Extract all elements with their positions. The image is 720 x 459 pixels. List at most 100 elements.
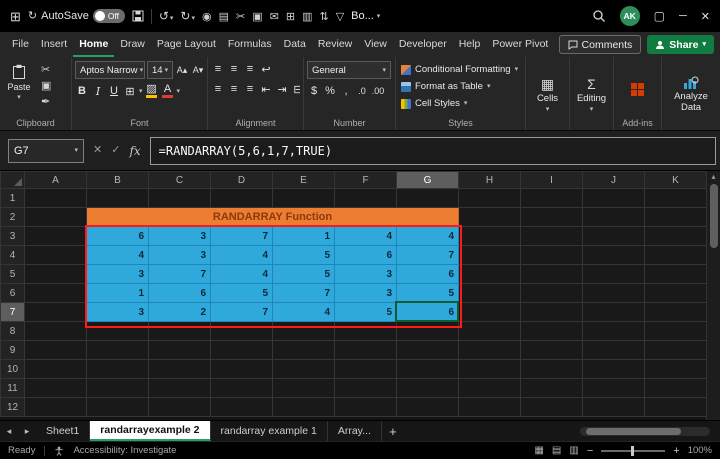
share-dropdown-icon[interactable]: ▾ <box>702 41 706 48</box>
cell-C10[interactable] <box>149 360 211 379</box>
cell-G9[interactable] <box>397 341 459 360</box>
cell-J1[interactable] <box>583 189 645 208</box>
cell-I1[interactable] <box>521 189 583 208</box>
sort-icon[interactable]: ⇅ <box>319 10 328 23</box>
cell-J3[interactable] <box>583 227 645 246</box>
cell-A5[interactable] <box>25 265 87 284</box>
cell-B11[interactable] <box>87 379 149 398</box>
cell-E6[interactable]: 7 <box>273 284 335 303</box>
cell-J11[interactable] <box>583 379 645 398</box>
cell-B12[interactable] <box>87 398 149 417</box>
cell-G10[interactable] <box>397 360 459 379</box>
cell-K7[interactable] <box>645 303 707 322</box>
cell-D8[interactable] <box>211 322 273 341</box>
cell-F1[interactable] <box>335 189 397 208</box>
column-header-G[interactable]: G <box>397 172 459 189</box>
cell-F3[interactable]: 4 <box>335 227 397 246</box>
increase-indent-icon[interactable]: ⇥ <box>275 81 289 97</box>
cell-F10[interactable] <box>335 360 397 379</box>
cell-K10[interactable] <box>645 360 707 379</box>
tab-review[interactable]: Review <box>312 32 358 57</box>
cell-E8[interactable] <box>273 322 335 341</box>
zoom-slider[interactable] <box>601 450 665 452</box>
conditional-formatting-dropdown-icon[interactable]: ▾ <box>515 66 519 73</box>
zoom-out-icon[interactable]: − <box>587 445 593 457</box>
save-icon[interactable] <box>132 10 144 22</box>
row-header-5[interactable]: 5 <box>1 265 25 284</box>
cell-J6[interactable] <box>583 284 645 303</box>
cell-C4[interactable]: 3 <box>149 246 211 265</box>
cell-E7[interactable]: 4 <box>273 303 335 322</box>
cell-K6[interactable] <box>645 284 707 303</box>
cell-C3[interactable]: 3 <box>149 227 211 246</box>
cell-C6[interactable]: 6 <box>149 284 211 303</box>
redo-button[interactable]: ↻ ▾ <box>180 10 195 22</box>
view-page-break-icon[interactable]: ▥ <box>569 445 578 456</box>
align-right-icon[interactable]: ≡ <box>243 81 257 97</box>
tab-help[interactable]: Help <box>453 32 487 57</box>
cell-I6[interactable] <box>521 284 583 303</box>
cell-I3[interactable] <box>521 227 583 246</box>
cell-H5[interactable] <box>459 265 521 284</box>
cell-D12[interactable] <box>211 398 273 417</box>
cell-F8[interactable] <box>335 322 397 341</box>
row-header-6[interactable]: 6 <box>1 284 25 303</box>
cell-D3[interactable]: 7 <box>211 227 273 246</box>
cell-G8[interactable] <box>397 322 459 341</box>
row-header-3[interactable]: 3 <box>1 227 25 246</box>
cell-F11[interactable] <box>335 379 397 398</box>
conditional-formatting-button[interactable]: Conditional Formatting ▾ <box>399 61 522 78</box>
cell-K1[interactable] <box>645 189 707 208</box>
present-icon[interactable]: ▢ <box>654 10 665 22</box>
row-header-1[interactable]: 1 <box>1 189 25 208</box>
cell-J5[interactable] <box>583 265 645 284</box>
cell-K12[interactable] <box>645 398 707 417</box>
accounting-format-icon[interactable]: $ <box>307 83 321 99</box>
cell-A1[interactable] <box>25 189 87 208</box>
zoom-level[interactable]: 100% <box>688 445 712 456</box>
fill-color-icon[interactable]: ▨ <box>145 83 159 99</box>
decrease-indent-icon[interactable]: ⇤ <box>259 81 273 97</box>
cell-styles-button[interactable]: Cell Styles ▾ <box>399 95 522 112</box>
cell-D4[interactable]: 4 <box>211 246 273 265</box>
view-page-layout-icon[interactable]: ▤ <box>552 445 561 456</box>
row-header-2[interactable]: 2 <box>1 208 25 227</box>
tab-page-layout[interactable]: Page Layout <box>151 32 222 57</box>
addins-button[interactable] <box>617 61 658 117</box>
merge-center-icon[interactable]: ⊟ <box>291 81 300 97</box>
cell-J12[interactable] <box>583 398 645 417</box>
print-icon[interactable]: ▤ <box>219 10 229 23</box>
view-normal-icon[interactable]: ▦ <box>534 445 543 456</box>
column-header-A[interactable]: A <box>25 172 87 189</box>
tab-nav-right-icon[interactable]: ▸ <box>18 421 36 441</box>
cell-C1[interactable] <box>149 189 211 208</box>
cell-H11[interactable] <box>459 379 521 398</box>
column-header-C[interactable]: C <box>149 172 211 189</box>
vertical-scroll-thumb[interactable] <box>710 184 718 248</box>
sheet-tab-array[interactable]: Array... <box>328 421 382 441</box>
font-color-icon[interactable]: A <box>161 83 175 99</box>
font-name-select[interactable]: Aptos Narrow ▾ <box>75 61 145 79</box>
cell-H8[interactable] <box>459 322 521 341</box>
cell-K3[interactable] <box>645 227 707 246</box>
cell-E12[interactable] <box>273 398 335 417</box>
minimize-button[interactable]: ─ <box>679 10 687 22</box>
cell-C7[interactable]: 2 <box>149 303 211 322</box>
cell-D9[interactable] <box>211 341 273 360</box>
cell-styles-dropdown-icon[interactable]: ▾ <box>464 100 468 107</box>
cell-E11[interactable] <box>273 379 335 398</box>
enter-icon[interactable]: ✓ <box>111 145 120 156</box>
cell-J8[interactable] <box>583 322 645 341</box>
cell-G6[interactable]: 5 <box>397 284 459 303</box>
row-header-11[interactable]: 11 <box>1 379 25 398</box>
tab-data[interactable]: Data <box>278 32 312 57</box>
font-size-select[interactable]: 14 ▾ <box>147 61 173 79</box>
cell-D10[interactable] <box>211 360 273 379</box>
cell-H3[interactable] <box>459 227 521 246</box>
cell-I7[interactable] <box>521 303 583 322</box>
align-left-icon[interactable]: ≡ <box>211 81 225 97</box>
percent-style-icon[interactable]: % <box>323 83 337 99</box>
align-middle-icon[interactable]: ≡ <box>227 61 241 77</box>
column-header-K[interactable]: K <box>645 172 707 189</box>
font-size-dropdown-icon[interactable]: ▾ <box>165 67 169 74</box>
